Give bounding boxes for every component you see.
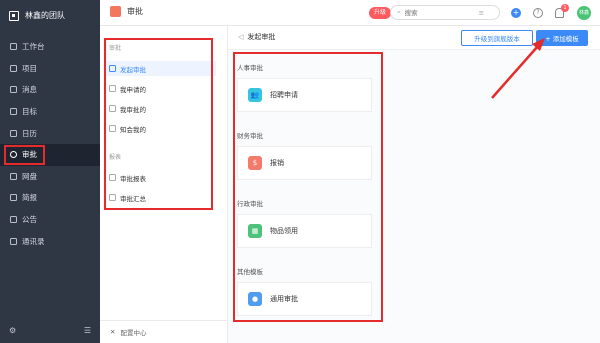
message-icon: [10, 86, 17, 94]
sidebar-bottom: ⚙ ☰: [9, 326, 91, 335]
team-switcher[interactable]: 林鑫的团队: [9, 10, 65, 21]
drive-icon: [10, 172, 17, 180]
config-center[interactable]: ✕ 配置中心: [100, 320, 228, 343]
sidebar-item-label: 项目: [22, 63, 37, 73]
upgrade-flagship-button[interactable]: 升级到旗舰版本: [461, 30, 533, 46]
team-logo-icon: [9, 10, 19, 21]
sidebar-item-announcement[interactable]: 公告: [0, 209, 100, 231]
filter-icon[interactable]: ≡: [479, 9, 484, 17]
page-title-text: 审批: [127, 7, 143, 16]
create-icon[interactable]: +: [511, 8, 521, 18]
sidebar-item-label: 通讯录: [22, 236, 45, 246]
home-icon: [10, 43, 17, 51]
main-header-title-text: 发起审批: [247, 33, 276, 41]
search-box[interactable]: ⌕ ≡: [390, 5, 500, 20]
team-name: 林鑫的团队: [25, 11, 65, 20]
upgrade-badge[interactable]: 升级: [369, 7, 392, 19]
sidebar-item-label: 目标: [22, 107, 37, 117]
main-header: ◁ 发起审批 升级到旗舰版本 + 添加模板: [228, 26, 600, 50]
highlight-box-templates: [233, 52, 383, 322]
notification-badge: 1: [561, 4, 569, 12]
sidebar-item-label: 公告: [22, 215, 37, 225]
report-icon: [10, 194, 17, 202]
search-icon: ⌕: [397, 8, 401, 16]
highlight-box-subnav: [104, 38, 213, 210]
project-icon: [10, 64, 17, 72]
sidebar-item-project[interactable]: 项目: [0, 58, 100, 80]
approval-app-icon: [110, 6, 121, 17]
sidebar-item-target[interactable]: 目标: [0, 101, 100, 123]
sidebar-item-label: 日历: [22, 128, 37, 138]
send-icon: ◁: [238, 33, 244, 41]
sidebar-item-message[interactable]: 消息: [0, 79, 100, 101]
sidebar-item-label: 消息: [22, 85, 37, 95]
sidebar-item-drive[interactable]: 网盘: [0, 166, 100, 188]
search-input[interactable]: [404, 8, 475, 17]
sidebar-item-contacts[interactable]: 通讯录: [0, 230, 100, 252]
sidebar-item-label: 网盘: [22, 171, 37, 181]
sidebar: 林鑫的团队 工作台 项目 消息 目标 日历 审批 网盘 简报 公告 通讯录 ⚙ …: [0, 0, 100, 343]
sidebar-nav: 工作台 项目 消息 目标 日历 审批 网盘 简报 公告 通讯录: [0, 36, 100, 252]
add-template-button[interactable]: + 添加模板: [536, 30, 588, 46]
contacts-icon: [10, 237, 17, 245]
main-header-title: ◁ 发起审批: [238, 32, 275, 42]
avatar[interactable]: 林鑫: [577, 6, 591, 20]
settings-icon[interactable]: ⚙: [9, 326, 16, 335]
sidebar-item-label: 简报: [22, 193, 37, 203]
help-icon[interactable]: ?: [533, 8, 543, 18]
top-bar: 审批 升级 ⌕ ≡ + ? 1 林鑫: [100, 0, 600, 26]
tools-icon: ✕: [110, 328, 116, 336]
highlight-box-sidebar-approval: [4, 145, 45, 165]
sidebar-item-label: 工作台: [22, 42, 45, 52]
page-title: 审批: [110, 6, 143, 17]
announcement-icon: [10, 216, 17, 224]
sidebar-item-calendar[interactable]: 日历: [0, 122, 100, 144]
config-center-label: 配置中心: [120, 329, 147, 337]
sidebar-item-workbench[interactable]: 工作台: [0, 36, 100, 58]
collapse-sidebar-icon[interactable]: ☰: [84, 326, 91, 335]
target-icon: [10, 108, 17, 116]
sidebar-item-report[interactable]: 简报: [0, 187, 100, 209]
calendar-icon: [10, 129, 17, 137]
